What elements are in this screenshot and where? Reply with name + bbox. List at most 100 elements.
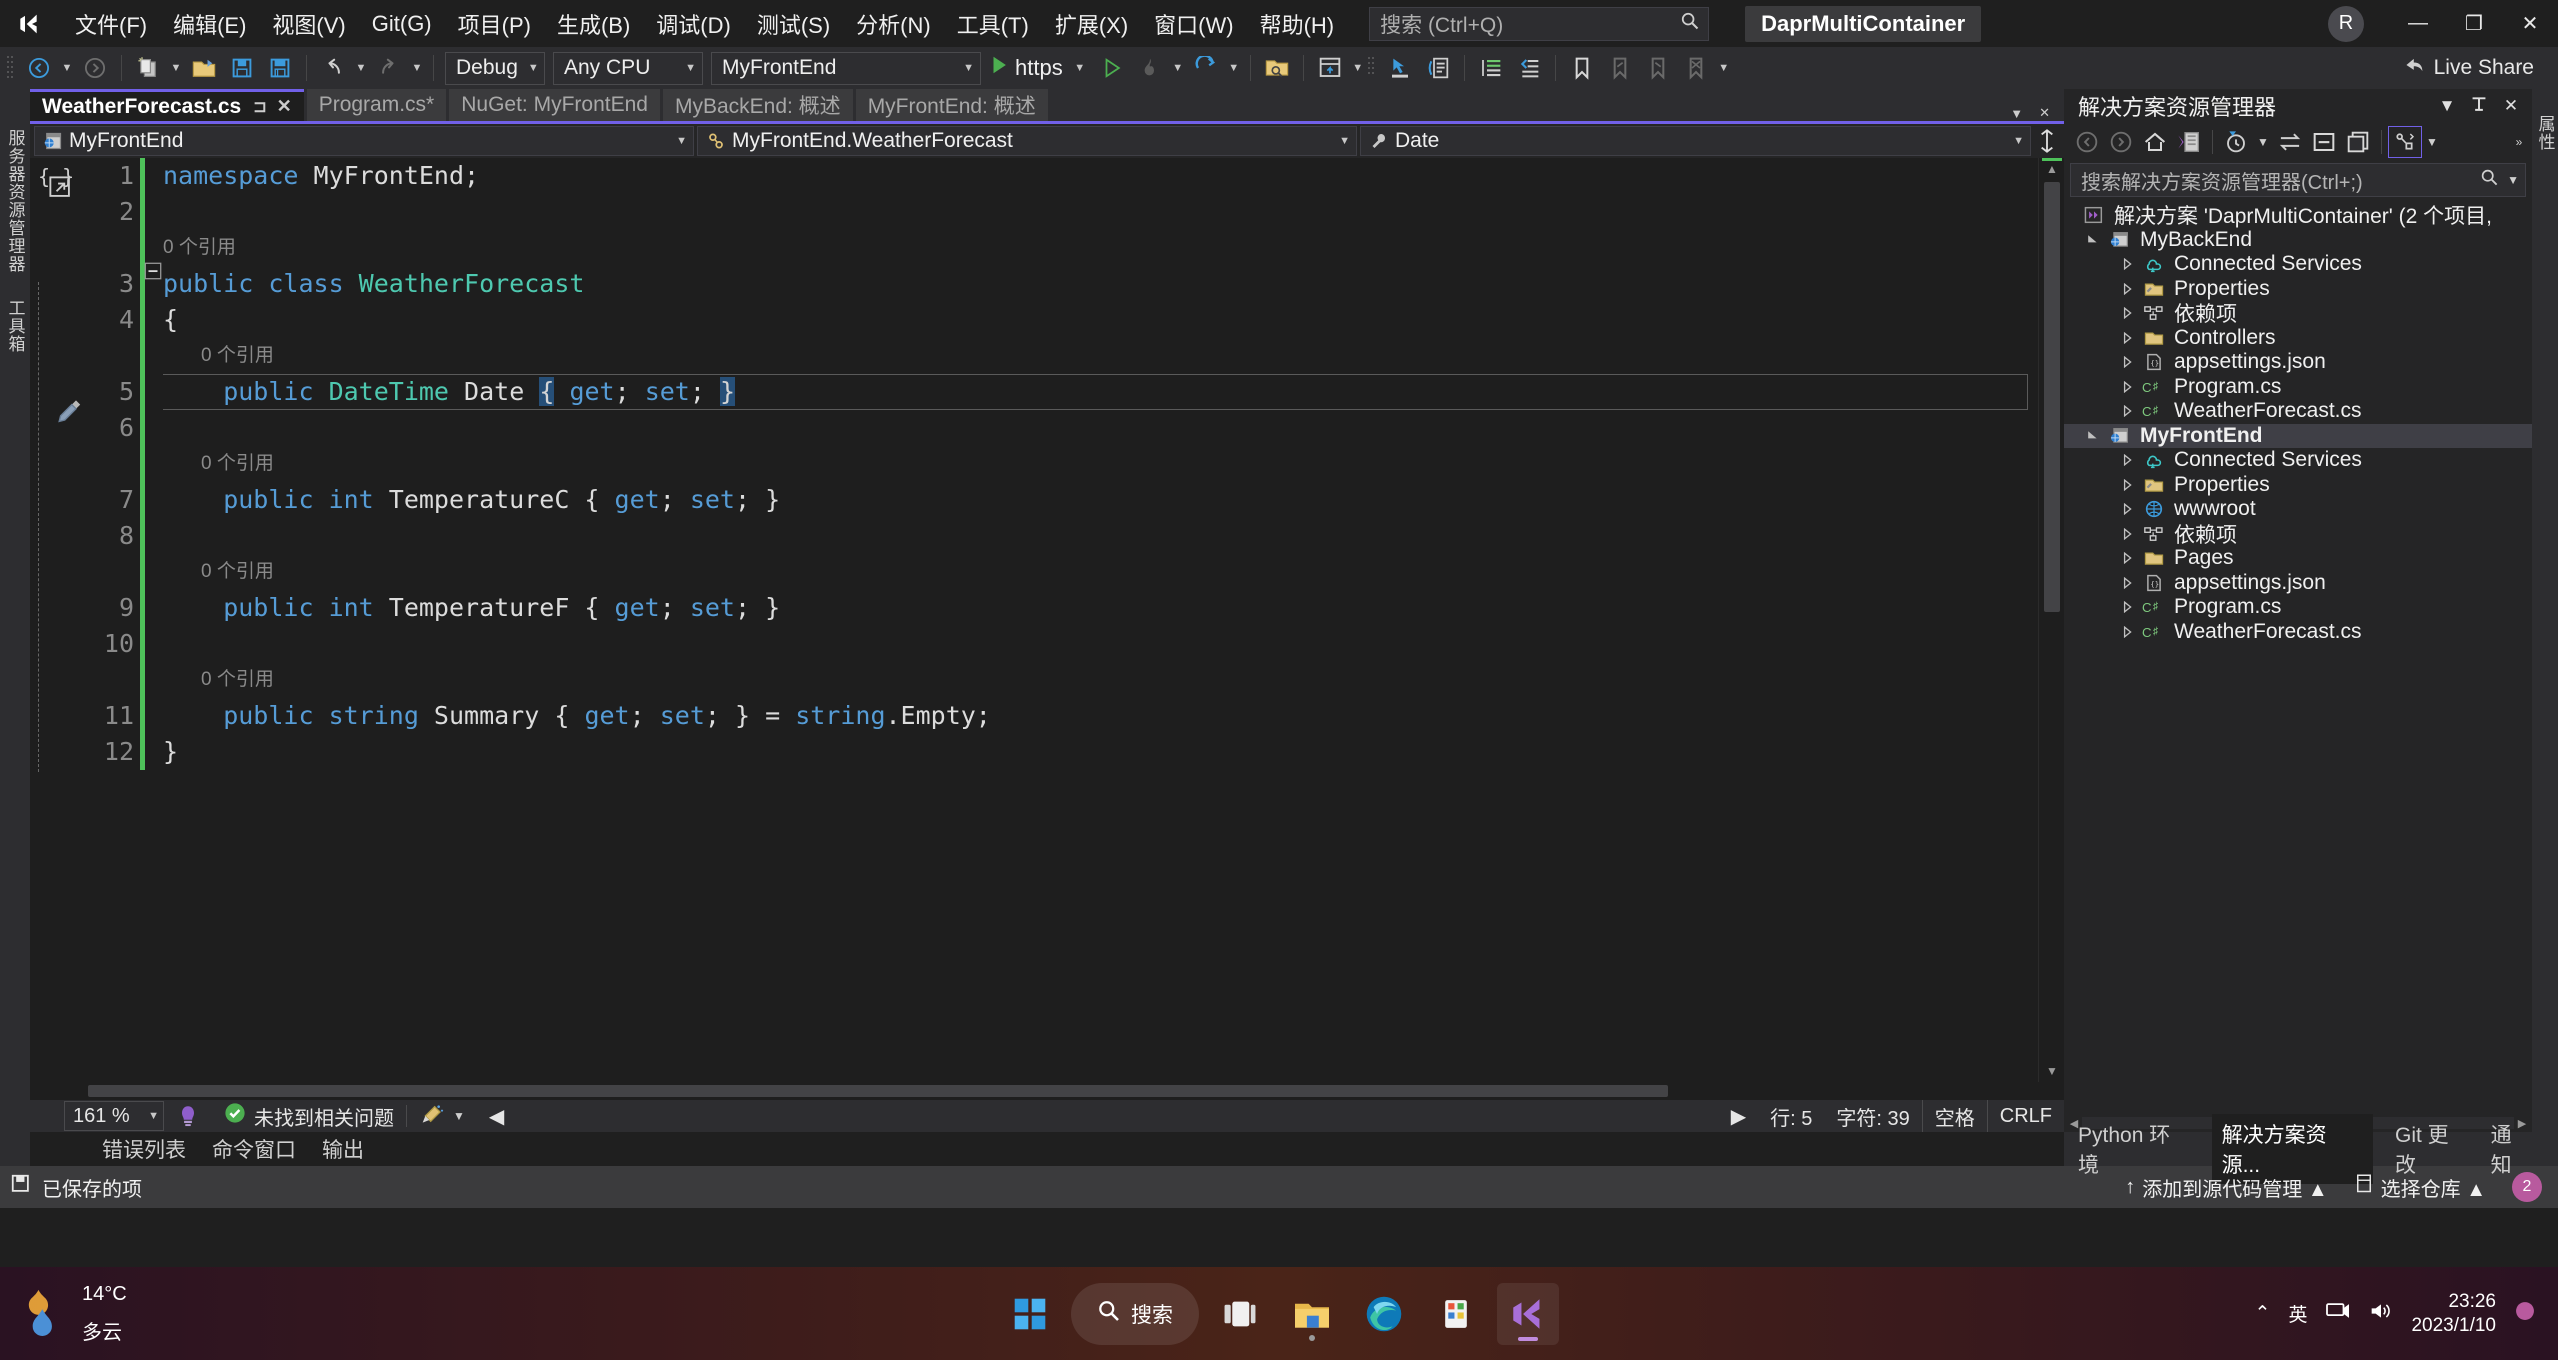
tree-item-dependencies[interactable]: 依赖项	[2064, 522, 2532, 547]
edge-browser-button[interactable]	[1353, 1283, 1415, 1345]
collapsed-twisty-icon[interactable]	[2114, 527, 2140, 540]
collapsed-twisty-icon[interactable]	[2114, 331, 2140, 344]
collapsed-twisty-icon[interactable]	[2114, 307, 2140, 320]
restart-icon[interactable]	[1187, 50, 1225, 86]
dock-tab-git-changes[interactable]: Git 更改	[2395, 1119, 2469, 1179]
dock-tab-command-window[interactable]: 命令窗口	[212, 1134, 296, 1164]
codelens-reference-4[interactable]: 0 个引用	[163, 554, 2038, 590]
navbar-type-combo[interactable]: MyFrontEnd.WeatherForecast ▼	[697, 126, 1357, 156]
show-all-files-icon[interactable]	[2388, 126, 2422, 158]
tree-item-appsettings-json[interactable]: {} appsettings.json	[2064, 350, 2532, 375]
ime-indicator[interactable]: 英	[2288, 1300, 2307, 1327]
collapsed-twisty-icon[interactable]	[2114, 552, 2140, 565]
collapsed-twisty-icon[interactable]	[2114, 258, 2140, 271]
scroll-up-arrow-icon[interactable]: ▲	[2039, 158, 2064, 180]
tab-myfrontend-overview[interactable]: MyFrontEnd: 概述	[855, 89, 1048, 121]
intellicode-icon[interactable]	[164, 1104, 212, 1128]
add-to-source-control-button[interactable]: ↑ 添加到源代码管理 ▲	[2125, 1173, 2327, 1202]
collapse-status-left-icon[interactable]: ◀	[477, 1104, 516, 1129]
menu-item-git[interactable]: Git(G)	[359, 7, 445, 41]
taskbar-weather-widget[interactable]: 14°C 多云	[0, 1283, 127, 1345]
uncomment-lines-icon[interactable]	[1510, 50, 1548, 86]
editor-horizontal-scrollbar[interactable]	[30, 1082, 2064, 1100]
menu-item-analyze[interactable]: 分析(N)	[843, 4, 944, 44]
menu-item-test[interactable]: 测试(S)	[744, 4, 843, 44]
collapse-all-icon[interactable]: { }	[38, 165, 74, 204]
pending-changes-filter-icon[interactable]	[2219, 126, 2253, 158]
tree-item-mybackend[interactable]: MyBackEnd	[2064, 228, 2532, 253]
rail-tab-toolbox[interactable]: 工具箱	[3, 299, 28, 353]
codelens-reference-5[interactable]: 0 个引用	[163, 662, 2038, 698]
tree-item-program-cs[interactable]: C ♯ Program.cs	[2064, 595, 2532, 620]
close-panel-icon[interactable]: ✕	[2496, 92, 2526, 120]
new-project-dropdown-icon[interactable]: ▼	[167, 50, 185, 86]
taskbar-clock[interactable]: 23:26 2023/1/10	[2411, 1290, 2496, 1336]
problems-status[interactable]: 未找到相关问题	[212, 1102, 406, 1131]
tray-overflow-icon[interactable]: ⌃	[2255, 1302, 2271, 1325]
search-options-dropdown-icon[interactable]: ▼	[2507, 173, 2519, 187]
tree-item-connected-services[interactable]: Connected Services	[2064, 448, 2532, 473]
redo-dropdown-icon[interactable]: ▼	[408, 50, 426, 86]
editor-vertical-scrollbar[interactable]: ▲ ▼	[2038, 158, 2064, 1082]
next-bookmark-icon[interactable]	[1639, 50, 1677, 86]
navbar-member-combo[interactable]: Date ▼	[1360, 126, 2031, 156]
menu-item-view[interactable]: 视图(V)	[259, 4, 358, 44]
maximize-button[interactable]: ❐	[2446, 0, 2502, 47]
tab-program-cs[interactable]: Program.cs*	[306, 89, 447, 121]
solution-explorer-view-icon[interactable]	[2172, 126, 2206, 158]
window-layout-icon[interactable]	[1311, 50, 1349, 86]
undo-icon[interactable]	[314, 50, 352, 86]
microsoft-store-button[interactable]	[1425, 1283, 1487, 1345]
tab-group-close-icon[interactable]: ✕	[2031, 105, 2058, 121]
codelens-reference-1[interactable]: 0 个引用	[163, 230, 2038, 266]
navigate-forward-icon[interactable]	[76, 50, 114, 86]
close-button[interactable]: ✕	[2502, 0, 2558, 47]
collapsed-twisty-icon[interactable]	[2114, 454, 2140, 467]
toggle-bookmark-icon[interactable]	[1563, 50, 1601, 86]
menu-item-help[interactable]: 帮助(H)	[1247, 4, 1348, 44]
tree-item-properties[interactable]: Properties	[2064, 277, 2532, 302]
minimize-button[interactable]: —	[2390, 0, 2446, 47]
scrollbar-thumb[interactable]	[2044, 182, 2060, 612]
tree-item-program-cs[interactable]: C ♯ Program.cs	[2064, 375, 2532, 400]
undo-dropdown-icon[interactable]: ▼	[352, 50, 370, 86]
visual-studio-taskbar-button[interactable]	[1497, 1282, 1559, 1345]
collapsed-twisty-icon[interactable]	[2114, 478, 2140, 491]
collapsed-twisty-icon[interactable]	[2114, 576, 2140, 589]
menu-item-project[interactable]: 项目(P)	[445, 4, 544, 44]
forward-icon[interactable]	[2104, 126, 2138, 158]
pin-icon[interactable]: ⊐	[253, 97, 266, 117]
zoom-level-combo[interactable]: 161 % ▼	[64, 1101, 164, 1131]
solution-configuration-combo[interactable]: Debug ▼	[445, 51, 545, 85]
open-file-icon[interactable]	[185, 50, 223, 86]
tree-item-wwwroot[interactable]: wwwroot	[2064, 497, 2532, 522]
comment-lines-icon[interactable]	[1472, 50, 1510, 86]
tree-item-appsettings-json[interactable]: {} appsettings.json	[2064, 571, 2532, 596]
panel-menu-icon[interactable]: ▼	[2432, 92, 2462, 120]
menu-item-window[interactable]: 窗口(W)	[1141, 4, 1246, 44]
collapsed-twisty-icon[interactable]	[2114, 405, 2140, 418]
menu-item-extensions[interactable]: 扩展(X)	[1042, 4, 1141, 44]
collapsed-twisty-icon[interactable]	[2114, 503, 2140, 516]
tree-item-dependencies[interactable]: 依赖项	[2064, 301, 2532, 326]
task-view-button[interactable]	[1209, 1283, 1271, 1345]
toolbar-grip-icon[interactable]	[6, 53, 20, 83]
taskbar-search-pill[interactable]: 搜索	[1071, 1282, 1199, 1345]
filter-dropdown-icon[interactable]: ▼	[2253, 126, 2273, 158]
hscrollbar-thumb[interactable]	[88, 1085, 1668, 1097]
window-layout-dropdown-icon[interactable]: ▼	[1349, 50, 1367, 86]
global-search-input[interactable]: 搜索 (Ctrl+Q)	[1369, 6, 1710, 41]
close-icon[interactable]: ✕	[277, 96, 292, 117]
start-button[interactable]	[999, 1283, 1061, 1345]
toolbar-grip-icon[interactable]	[1367, 53, 1381, 83]
navigate-backward-icon[interactable]	[20, 50, 58, 86]
hot-reload-dropdown-icon[interactable]: ▼	[1169, 50, 1187, 86]
dock-tab-output[interactable]: 输出	[322, 1134, 364, 1164]
start-without-debugging-icon[interactable]	[1093, 50, 1131, 86]
menu-item-file[interactable]: 文件(F)	[62, 4, 160, 44]
previous-bookmark-icon[interactable]	[1601, 50, 1639, 86]
network-icon[interactable]	[2325, 1300, 2351, 1328]
save-icon[interactable]	[223, 50, 261, 86]
tree-item-solution[interactable]: 解决方案 'DaprMultiContainer' (2 个项目,	[2064, 203, 2532, 228]
collapse-all-icon[interactable]	[2307, 126, 2341, 158]
